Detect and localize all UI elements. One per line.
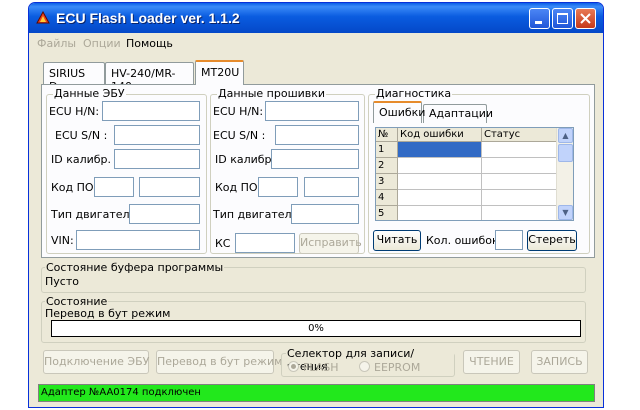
row-number: 2 (376, 158, 398, 174)
minimize-button[interactable] (529, 8, 550, 29)
buffer-state-group: Состояние буфера программы Пусто (41, 261, 586, 293)
table-cell[interactable] (482, 174, 558, 190)
table-cell[interactable] (398, 174, 482, 190)
fix-button[interactable]: Исправить (299, 233, 362, 254)
ecu-vin-label: VIN: (51, 234, 74, 247)
app-logo-icon (36, 11, 50, 24)
write-button[interactable]: ЗАПИСЬ (531, 350, 588, 374)
buffer-state-text: Пусто (45, 275, 79, 288)
ecu-hn-label: ECU H/N: (49, 105, 100, 118)
table-cell[interactable] (482, 190, 558, 206)
table-cell[interactable] (398, 158, 482, 174)
flash-radio-label: FLASH (303, 361, 339, 374)
eeprom-radio-label: EEPROM (374, 361, 421, 374)
fw-po-field-1[interactable] (258, 177, 298, 197)
desktop-background (0, 0, 28, 410)
tab-hv240-mr140[interactable]: HV-240/MR-140 (105, 62, 194, 93)
fw-ks-label: КС (215, 237, 231, 250)
fw-engine-field[interactable] (291, 204, 359, 224)
row-number: 4 (376, 190, 398, 206)
row-number: 1 (376, 142, 398, 158)
read-button[interactable]: ЧТЕНИЕ (463, 350, 520, 374)
ecu-data-group: Данные ЭБУ ECU H/N: ECU S/N : ID калибр.… (46, 87, 207, 254)
menu-bar: Файлы Опции Помощь (29, 34, 603, 52)
tab-panel-mt20u: Данные ЭБУ ECU H/N: ECU S/N : ID калибр.… (41, 84, 595, 258)
title-bar[interactable]: ECU Flash Loader ver. 1.1.2 (29, 3, 603, 33)
tab-sirius-dx[interactable]: SIRIUS Dx (43, 62, 105, 93)
error-count-label: Кол. ошибок (426, 234, 499, 247)
ecu-id-field[interactable] (114, 149, 200, 169)
progress-text: 0% (308, 323, 324, 334)
error-count-field[interactable] (495, 230, 523, 250)
window-title: ECU Flash Loader ver. 1.1.2 (56, 10, 240, 26)
col-status-header[interactable]: Статус (482, 128, 558, 142)
state-text: Перевод в бут режим (45, 307, 171, 320)
tab-mt20u[interactable]: MT20U (195, 60, 244, 85)
table-cell-selected[interactable] (398, 142, 482, 158)
fw-po-field-2[interactable] (304, 177, 359, 197)
progress-bar: 0% (51, 320, 581, 337)
table-cell[interactable] (482, 206, 558, 220)
ecu-po-field-1[interactable] (94, 177, 134, 197)
flash-radio[interactable] (288, 361, 299, 372)
menu-files[interactable]: Файлы (37, 37, 76, 50)
tab-errors[interactable]: Ошибки (373, 101, 425, 123)
read-errors-button[interactable]: Читать (373, 230, 421, 251)
close-icon (580, 13, 591, 24)
fw-hn-field[interactable] (265, 101, 359, 121)
ecu-engine-label: Тип двигателя (51, 208, 137, 221)
scroll-thumb[interactable] (558, 144, 573, 162)
errors-scrollbar[interactable]: ▲ ▼ (556, 128, 573, 220)
menu-help[interactable]: Помощь (126, 37, 173, 50)
ecu-sn-field[interactable] (114, 125, 200, 145)
fw-hn-label: ECU H/N: (213, 105, 264, 118)
fw-ks-field[interactable] (235, 233, 295, 253)
maximize-icon (557, 13, 568, 24)
ecu-engine-field[interactable] (129, 204, 200, 224)
ecu-po-label: Код ПО (51, 181, 94, 194)
table-cell[interactable] (398, 206, 482, 220)
status-bar: Адаптер №AA0174 подключен (38, 384, 595, 402)
fw-po-label: Код ПО (215, 181, 258, 194)
rw-selector-group: Селектор для записи/чтения FLASH EEPROM (281, 347, 455, 377)
boot-mode-button[interactable]: Перевод в бут режим (156, 350, 282, 374)
connect-ecu-button[interactable]: Подключение ЭБУ (43, 350, 149, 374)
menu-options[interactable]: Опции (83, 37, 121, 50)
clear-errors-button[interactable]: Стереть (527, 230, 577, 251)
table-cell[interactable] (482, 142, 558, 158)
firmware-data-group: Данные прошивки ECU H/N: ECU S/N : ID ка… (210, 87, 365, 254)
table-cell[interactable] (482, 158, 558, 174)
ecu-po-field-2[interactable] (139, 177, 200, 197)
scroll-down-button[interactable]: ▼ (558, 205, 573, 220)
fw-id-field[interactable] (271, 149, 359, 169)
diagnostics-group: Диагностика Ошибки Адаптации № Код ошибк… (368, 87, 590, 254)
minimize-icon (535, 21, 542, 24)
row-number: 3 (376, 174, 398, 190)
fw-id-label: ID калибр. (215, 153, 276, 166)
buffer-state-label: Состояние буфера программы (45, 261, 225, 274)
errors-table[interactable]: № Код ошибки Статус 1 2 3 4 5 ▲ ▼ (375, 127, 574, 221)
diagnostics-group-label: Диагностика (375, 87, 453, 100)
scroll-up-button[interactable]: ▲ (558, 128, 573, 143)
ecu-sn-label: ECU S/N : (55, 129, 108, 142)
fw-sn-label: ECU S/N : (213, 129, 266, 142)
ecu-data-group-label: Данные ЭБУ (53, 87, 126, 100)
ecu-id-label: ID калибр. (51, 153, 112, 166)
col-number-header[interactable]: № (376, 128, 398, 142)
fw-engine-label: Тип двигателя (213, 208, 299, 221)
fw-sn-field[interactable] (275, 125, 359, 145)
close-button[interactable] (575, 8, 596, 29)
row-number: 5 (376, 206, 398, 220)
ecu-hn-field[interactable] (102, 101, 200, 121)
ecu-vin-field[interactable] (76, 230, 200, 250)
main-window: ECU Flash Loader ver. 1.1.2 Файлы Опции … (28, 2, 604, 408)
col-error-code-header[interactable]: Код ошибки (398, 128, 482, 142)
status-text: Адаптер №AA0174 подключен (41, 387, 201, 398)
tab-adaptations[interactable]: Адаптации (423, 104, 493, 123)
eeprom-radio[interactable] (359, 361, 370, 372)
table-cell[interactable] (398, 190, 482, 206)
maximize-button[interactable] (552, 8, 573, 29)
firmware-data-group-label: Данные прошивки (217, 87, 327, 100)
